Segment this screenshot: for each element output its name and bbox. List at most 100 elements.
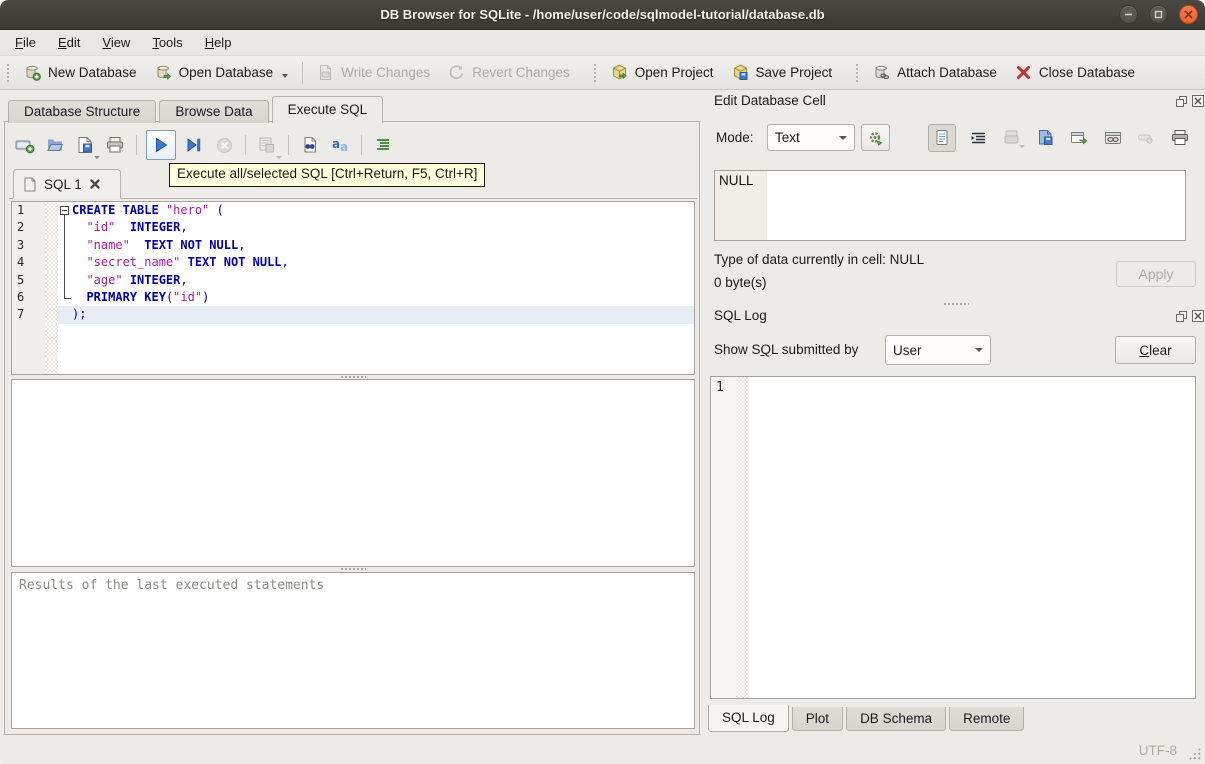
export-cell-button[interactable]	[1029, 129, 1063, 146]
text-mode-button[interactable]	[928, 123, 956, 152]
open-database-icon	[155, 64, 172, 81]
maximize-button[interactable]	[1149, 5, 1168, 24]
titlebar[interactable]: DB Browser for SQLite - /home/user/code/…	[0, 0, 1205, 30]
replace-button[interactable]: aa	[328, 133, 352, 157]
cell-value: NULL	[719, 173, 754, 188]
menu-help[interactable]: Help	[194, 32, 243, 53]
text-document-icon	[936, 130, 948, 145]
replace-icon: aa	[332, 137, 348, 154]
close-dock-button[interactable]	[1191, 94, 1205, 108]
sql-toolbar-separator	[288, 135, 289, 155]
open-external-button[interactable]	[1063, 130, 1097, 146]
float-dock-button[interactable]	[1174, 94, 1188, 108]
results-placeholder: Results of the last executed statements	[19, 578, 325, 593]
splitter-handle[interactable]	[11, 567, 695, 571]
right-dock: Edit Database Cell Mode: Text NULL Type …	[706, 90, 1205, 735]
toolbar-drag-handle[interactable]	[6, 62, 11, 83]
open-sql-file-button[interactable]	[43, 133, 67, 157]
new-database-button[interactable]: New Database	[15, 59, 146, 86]
sql-toolbar-separator	[361, 135, 362, 155]
sql-toolbar-separator	[245, 135, 246, 155]
toolbar-label: Save Project	[755, 65, 833, 80]
new-tab-icon	[15, 140, 35, 154]
sql-doc-tab[interactable]: SQL 1	[13, 169, 121, 199]
dock-splitter-handle[interactable]	[943, 302, 969, 306]
link-icon	[1104, 131, 1121, 144]
close-icon	[1192, 95, 1204, 107]
menubar: File Edit View Tools Help	[0, 30, 1205, 56]
save-results-button	[255, 133, 282, 159]
resize-grip[interactable]	[1188, 747, 1201, 760]
tab-database-structure[interactable]: Database Structure	[8, 100, 157, 123]
toolbar-drag-handle[interactable]	[855, 62, 861, 83]
fold-marker-icon[interactable]	[58, 202, 72, 220]
close-button[interactable]	[1179, 5, 1198, 24]
editor-line: 3 "name" TEXT NOT NULL,	[12, 236, 694, 255]
open-project-icon	[611, 64, 628, 81]
save-project-button[interactable]: Save Project	[723, 59, 842, 86]
cell-value-editor[interactable]: NULL	[714, 170, 1186, 241]
results-message-pane[interactable]: Results of the last executed statements	[11, 572, 695, 729]
set-null-button	[1130, 131, 1164, 145]
stop-sql-button	[212, 133, 236, 157]
new-sql-tab-button[interactable]	[13, 133, 37, 157]
window-controls	[1119, 5, 1198, 24]
clear-log-button[interactable]: Clear	[1115, 336, 1196, 364]
attach-database-button[interactable]: Attach Database	[864, 59, 1006, 86]
save-as-icon	[1039, 130, 1053, 145]
save-dropdown-icon[interactable]	[94, 156, 100, 159]
sql-file-icon	[24, 177, 36, 191]
copy-link-button[interactable]	[1096, 130, 1130, 146]
log-line-number: 1	[711, 377, 736, 698]
menu-edit[interactable]: Edit	[47, 32, 91, 53]
tab-browse-data[interactable]: Browse Data	[159, 100, 269, 123]
tab-execute-sql[interactable]: Execute SQL	[271, 96, 384, 124]
execute-line-button[interactable]	[182, 133, 206, 157]
indent-icon	[971, 132, 986, 143]
save-sql-file-button[interactable]	[73, 133, 100, 159]
open-database-button[interactable]: Open Database	[146, 59, 298, 86]
maximize-icon	[1154, 10, 1163, 19]
results-grid-pane[interactable]	[11, 379, 695, 567]
tab-sql-log[interactable]: SQL Log	[708, 705, 789, 732]
find-button[interactable]	[298, 133, 322, 157]
open-in-external-button[interactable]	[861, 124, 890, 151]
toolbar-drag-handle[interactable]	[592, 62, 598, 83]
stop-icon	[216, 137, 232, 153]
print-sql-button[interactable]	[103, 133, 127, 157]
execute-sql-panel: aa SQL 1 1 CREATE TABLE "hero" ( 2 "id" …	[4, 121, 700, 735]
log-filter-select[interactable]: User	[885, 335, 991, 365]
sql-log-editor[interactable]: 1	[710, 376, 1196, 699]
format-sql-button[interactable]	[371, 133, 395, 157]
menu-tools[interactable]: Tools	[141, 32, 193, 53]
menu-file[interactable]: File	[4, 32, 47, 53]
write-changes-icon	[317, 64, 334, 81]
open-project-button[interactable]: Open Project	[602, 59, 723, 86]
apply-button: Apply	[1116, 261, 1196, 287]
format-icon	[377, 139, 389, 150]
tab-remote[interactable]: Remote	[949, 707, 1025, 731]
editor-line: 2 "id" INTEGER,	[12, 219, 694, 238]
gear-icon	[869, 131, 883, 146]
execute-sql-button[interactable]	[146, 130, 176, 160]
open-database-dropdown-icon[interactable]	[282, 74, 289, 78]
mode-select[interactable]: Text	[767, 124, 855, 151]
word-wrap-button[interactable]	[962, 130, 996, 146]
editor-line: 4 "secret_name" TEXT NOT NULL,	[12, 254, 694, 272]
import-file-icon	[1004, 130, 1019, 144]
close-dock-button[interactable]	[1191, 309, 1205, 323]
sql-editor[interactable]: 1 CREATE TABLE "hero" ( 2 "id" INTEGER, …	[11, 201, 695, 375]
new-database-icon	[24, 64, 41, 81]
toolbar-label: Open Database	[178, 65, 274, 80]
print-cell-button[interactable]	[1163, 129, 1197, 146]
save-results-dropdown-icon	[276, 156, 282, 159]
tab-db-schema[interactable]: DB Schema	[846, 707, 947, 731]
float-dock-button[interactable]	[1174, 309, 1188, 323]
close-database-button[interactable]: Close Database	[1006, 59, 1144, 86]
chevron-down-icon	[975, 348, 983, 352]
sql-log-dock-title: SQL Log	[714, 308, 767, 323]
minimize-button[interactable]	[1119, 5, 1138, 24]
tab-plot[interactable]: Plot	[791, 707, 844, 731]
close-tab-icon[interactable]	[89, 178, 101, 190]
menu-view[interactable]: View	[91, 32, 141, 53]
